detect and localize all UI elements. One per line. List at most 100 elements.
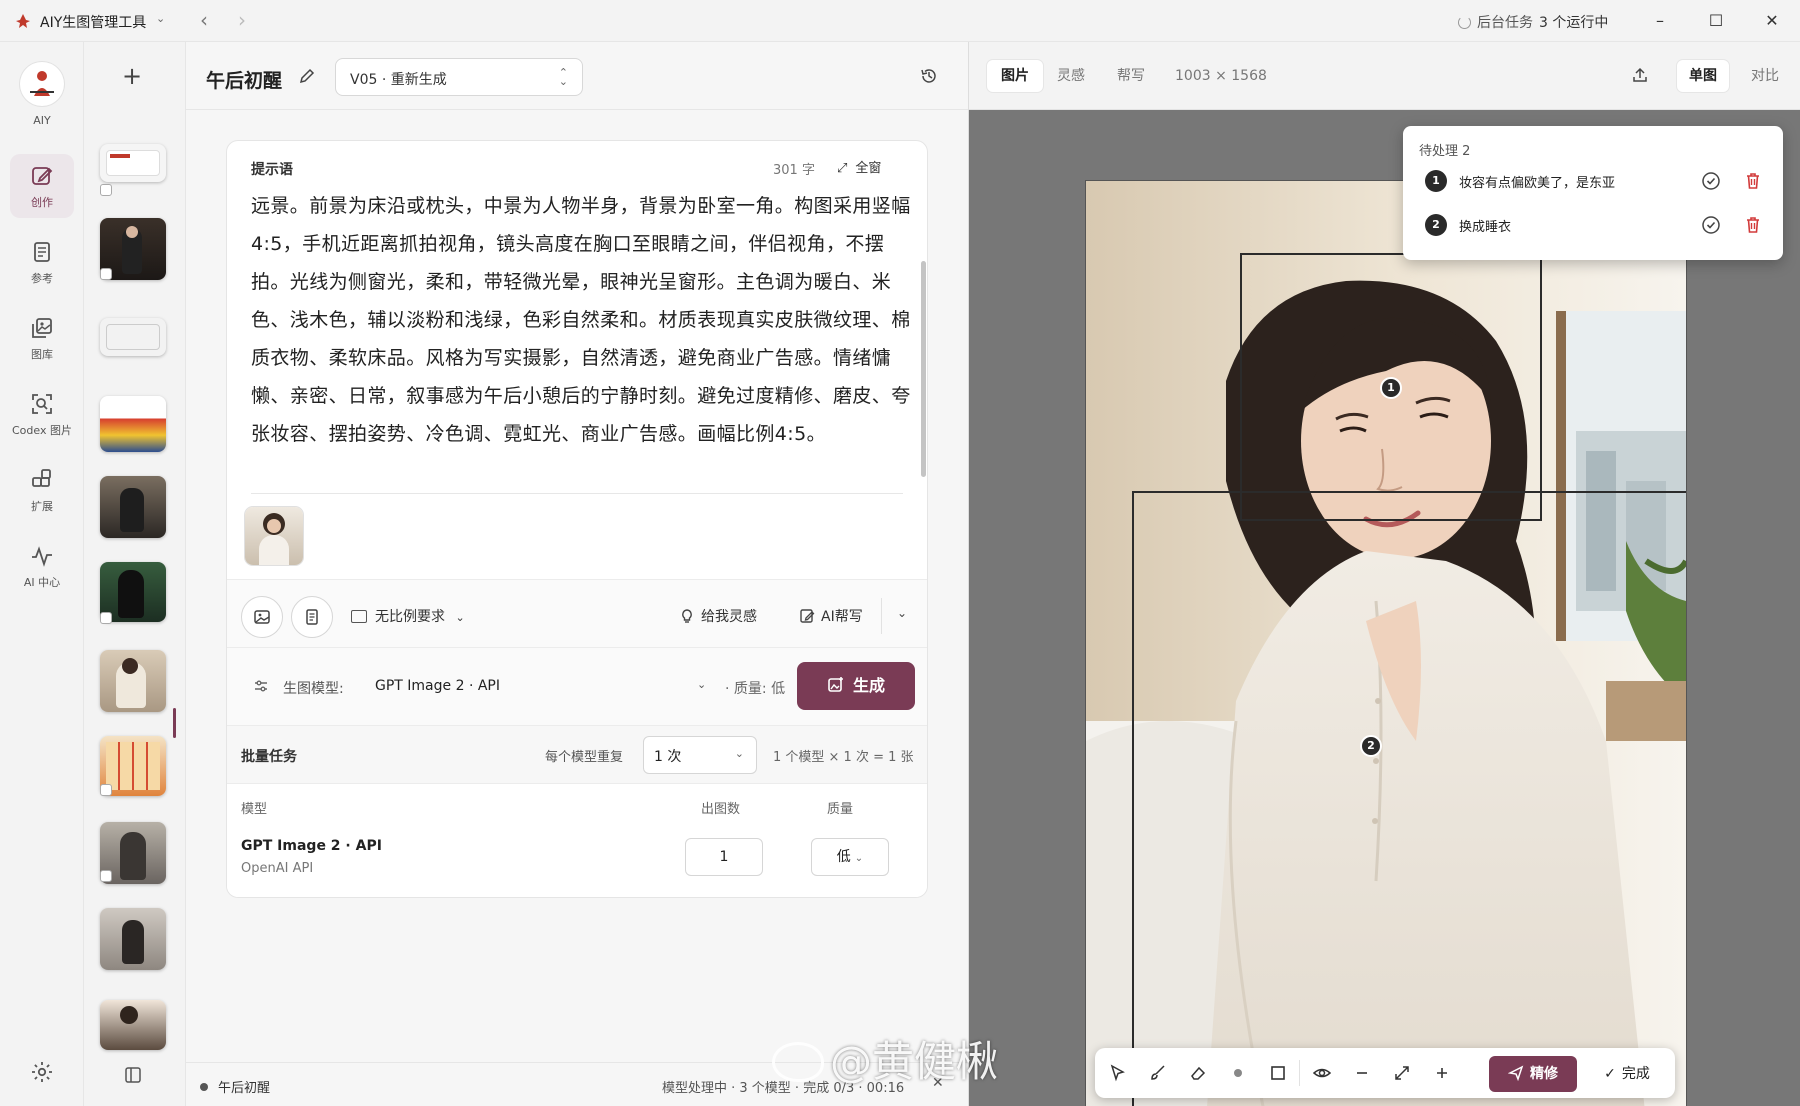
model-select[interactable]: GPT Image 2 · API [375, 678, 500, 694]
history-thumbnail[interactable] [100, 396, 166, 452]
app-title[interactable]: AIY生图管理工具 [40, 12, 146, 32]
history-thumbnail[interactable] [100, 476, 166, 538]
aspect-ratio-icon [351, 610, 367, 623]
trash-icon[interactable] [1743, 171, 1763, 191]
annotation-region-2[interactable] [1132, 491, 1686, 1106]
rectangle-tool-button[interactable] [1263, 1058, 1293, 1088]
history-thumbnail[interactable] [100, 144, 166, 182]
batch-title: 批量任务 [241, 749, 297, 765]
trash-icon[interactable] [1743, 215, 1763, 235]
model-row: 生图模型: GPT Image 2 · API ⌄ · 质量: 低 生成 [227, 647, 927, 725]
add-icon[interactable]: + [122, 62, 142, 90]
select-tool-button[interactable] [1103, 1058, 1133, 1088]
generated-image[interactable]: 1 2 [1085, 180, 1687, 1106]
maximize-button[interactable]: ☐ [1696, 8, 1736, 34]
pending-number: 2 [1425, 214, 1447, 236]
preview-panel: 图片 灵感 帮写 1003 × 1568 单图 对比 1 2 待处理 2 1 妆… [968, 42, 1800, 1106]
book-icon [34, 242, 50, 262]
eraser-tool-button[interactable] [1183, 1058, 1213, 1088]
panel-toggle-icon[interactable] [124, 1066, 142, 1088]
chevron-down-icon: ⌄ [734, 747, 744, 760]
rail-item-gallery[interactable]: 图库 [10, 306, 74, 370]
rail-item-label: 参考 [31, 272, 53, 285]
visibility-button[interactable] [1307, 1058, 1337, 1088]
zoom-in-button[interactable] [1427, 1058, 1457, 1088]
version-select[interactable]: V05 · 重新生成 ⌃ ⌄ [335, 58, 583, 96]
attach-image-button[interactable] [241, 596, 283, 638]
reference-image-thumbnail[interactable] [245, 507, 303, 565]
background-tasks[interactable]: 后台任务 3 个运行中 [1458, 12, 1608, 32]
chevron-down-icon: ⌄ [455, 611, 465, 624]
rail-item-codex-images[interactable]: Codex 图片 [10, 382, 74, 446]
divider [881, 598, 882, 634]
chevron-down-icon[interactable]: ⌄ [697, 678, 706, 691]
rail-logo[interactable] [20, 62, 64, 106]
view-compare-button[interactable]: 对比 [1739, 60, 1791, 92]
table-row-provider: OpenAI API [241, 861, 314, 876]
zoom-out-button[interactable] [1347, 1058, 1377, 1088]
prompt-textarea[interactable]: 远景。前景为床沿或枕头，中景为人物半身，背景为卧室一角。构图采用竖幅4:5，手机… [251, 187, 911, 453]
column-header-count: 出图数 [701, 802, 741, 817]
ratio-select[interactable]: 无比例要求 ⌄ [351, 606, 465, 626]
check-icon: ✓ [1604, 1066, 1616, 1082]
fit-screen-button[interactable] [1387, 1058, 1417, 1088]
history-thumbnail[interactable] [100, 1000, 166, 1050]
check-circle-icon[interactable] [1701, 171, 1721, 191]
repeat-select[interactable]: 1 次 ⌄ [643, 736, 757, 774]
settings-button[interactable] [30, 1060, 54, 1088]
forward-arrow-icon[interactable]: › [238, 8, 246, 32]
generate-button[interactable]: 生成 [797, 662, 915, 710]
list-item[interactable]: 2 换成睡衣 [1425, 210, 1765, 240]
history-thumbnail[interactable] [100, 908, 166, 970]
plus-icon [1437, 1068, 1447, 1078]
watermark-text: @黄健楸 [830, 1037, 999, 1086]
rail-item-label: Codex 图片 [12, 424, 72, 437]
history-thumbnail[interactable] [100, 650, 166, 712]
chevron-down-icon[interactable]: ⌄ [156, 12, 165, 25]
back-arrow-icon[interactable]: ‹ [200, 8, 208, 32]
prompt-scrollbar[interactable] [921, 261, 926, 477]
quality-select[interactable]: 低 ⌄ [811, 838, 889, 876]
check-circle-icon[interactable] [1701, 215, 1721, 235]
rail-item-create[interactable]: 创作 [10, 154, 74, 218]
expand-icon [1395, 1066, 1409, 1080]
annotation-pin-2[interactable]: 2 [1360, 735, 1382, 757]
history-thumbnail[interactable] [100, 318, 166, 356]
close-window-button[interactable]: ✕ [1752, 8, 1792, 34]
brush-tool-button[interactable] [1143, 1058, 1173, 1088]
history-icon[interactable] [920, 67, 938, 85]
lightbulb-icon [682, 609, 692, 623]
inspire-button[interactable]: 给我灵感 [679, 606, 757, 626]
rail-item-ai-center[interactable]: AI 中心 [10, 534, 74, 598]
view-single-button[interactable]: 单图 [1677, 60, 1729, 92]
pencil-icon[interactable] [298, 67, 316, 85]
minimize-button[interactable]: – [1640, 8, 1680, 34]
repeat-value: 1 次 [654, 749, 682, 765]
rail-item-label: AI 中心 [23, 576, 61, 589]
tab-assist-write[interactable]: 帮写 [1103, 60, 1159, 92]
image-count-input[interactable]: 1 [685, 838, 763, 876]
extension-icon [32, 469, 51, 487]
chevron-down-icon[interactable]: ⌄ [897, 606, 907, 620]
tab-image[interactable]: 图片 [987, 60, 1043, 92]
list-item[interactable]: 1 妆容有点偏欧美了，是东亚 [1425, 166, 1765, 196]
refine-label: 精修 [1530, 1066, 1558, 1082]
template-button[interactable] [291, 596, 333, 638]
refine-button[interactable]: 精修 [1489, 1056, 1577, 1092]
ai-write-button[interactable]: AI帮写 [799, 606, 863, 626]
image-scan-icon [32, 394, 52, 414]
pending-edits-popover: 待处理 2 1 妆容有点偏欧美了，是东亚 2 换成睡衣 [1403, 126, 1783, 260]
eye-icon [1312, 1068, 1332, 1078]
spinner-icon [1458, 16, 1471, 29]
pending-text: 换成睡衣 [1459, 220, 1512, 235]
rail-item-extensions[interactable]: 扩展 [10, 458, 74, 522]
rectangle-icon [1271, 1066, 1285, 1080]
annotation-pin-1[interactable]: 1 [1380, 377, 1402, 399]
done-button[interactable]: ✓ 完成 [1591, 1056, 1663, 1092]
fullscreen-button[interactable]: ⤢ 全窗 [837, 157, 881, 176]
dot-tool-button[interactable] [1223, 1058, 1253, 1088]
rail-item-reference[interactable]: 参考 [10, 230, 74, 294]
tab-inspiration[interactable]: 灵感 [1043, 60, 1099, 92]
image-canvas[interactable]: 1 2 待处理 2 1 妆容有点偏欧美了，是东亚 2 换成睡衣 精修 ✓ 完成 [969, 110, 1800, 1106]
upload-icon[interactable] [1631, 66, 1649, 84]
